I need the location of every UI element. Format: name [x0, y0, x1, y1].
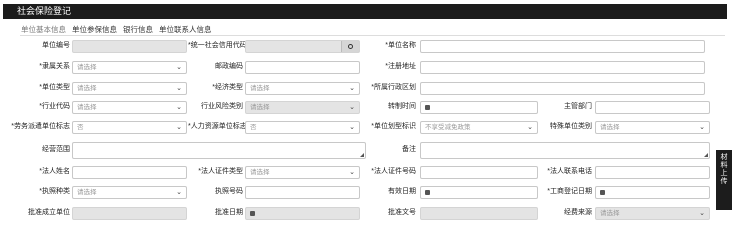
chevron-down-icon: ⌄ [176, 85, 182, 92]
transfer-time-date[interactable] [420, 101, 538, 114]
legal-name-label: 法人姓名 [30, 166, 70, 178]
valid-date-label: 有效日期 [388, 188, 416, 195]
license-no-label: 执照号码 [215, 188, 243, 195]
chevron-down-icon: ⌄ [349, 169, 355, 176]
special-type-label: 特殊单位类别 [550, 123, 592, 130]
region-label: 所属行政区划 [364, 82, 416, 94]
fund-source-select: 请选择 ⌄ [595, 207, 710, 220]
unit-no-field [72, 40, 187, 53]
approve-doc-field [420, 207, 538, 220]
dispatch-flag-label: 劳务派遣单位标志 [3, 121, 70, 133]
legal-id-type-label: 法人证件类型 [188, 166, 243, 178]
calendar-icon [425, 105, 430, 110]
industry-risk-label: 行业风险类别 [201, 103, 243, 110]
unit-type-select[interactable]: 请选择 ⌄ [72, 82, 187, 95]
legal-phone-label: 法人联系电话 [536, 166, 592, 178]
biz-reg-date-picker[interactable] [595, 186, 710, 199]
page-title-bar: 社会保险登记 [3, 4, 727, 19]
econ-type-select[interactable]: 请选择 ⌄ [245, 82, 360, 95]
industry-risk-select: 请选择 ⌄ [245, 101, 360, 114]
chevron-down-icon: ⌄ [699, 210, 705, 217]
biz-reg-date-label: 工商登记日期 [536, 186, 592, 198]
legal-id-type-select[interactable]: 请选择 ⌄ [245, 166, 360, 179]
license-type-select[interactable]: 请选择 ⌄ [72, 186, 187, 199]
chevron-down-icon: ⌄ [176, 104, 182, 111]
credit-code-label: 统一社会信用代码 [188, 40, 247, 52]
business-scope-label: 经营范围 [42, 146, 70, 153]
region-input[interactable] [420, 82, 705, 95]
calendar-icon [250, 211, 255, 216]
unit-type-label: 单位类型 [30, 82, 70, 94]
affiliation-label: 隶属关系 [30, 61, 70, 73]
legal-id-no-label: 法人证件号码 [364, 166, 416, 178]
reg-address-input[interactable] [420, 61, 705, 74]
industry-code-label: 行业代码 [30, 101, 70, 113]
unit-no-label: 单位编号 [42, 42, 70, 49]
chevron-down-icon: ⌄ [176, 189, 182, 196]
postal-code-label: 邮政编码 [215, 63, 243, 70]
resize-handle-icon[interactable] [704, 153, 708, 157]
credit-code-search-button[interactable] [341, 41, 359, 52]
legal-name-input[interactable] [72, 166, 187, 179]
search-icon [348, 44, 353, 49]
industry-code-select[interactable]: 请选择 ⌄ [72, 101, 187, 114]
dispatch-flag-select[interactable]: 否 ⌄ [72, 121, 187, 134]
special-type-select[interactable]: 请选择 ⌄ [595, 121, 710, 134]
page-title: 社会保险登记 [17, 6, 72, 16]
affiliation-select[interactable]: 请选择 ⌄ [72, 61, 187, 74]
unit-name-input[interactable] [420, 40, 705, 53]
approve-date-field [245, 207, 360, 220]
credit-code-field[interactable] [245, 40, 360, 53]
upload-materials-tab[interactable]: 材料上传 [716, 150, 732, 210]
approve-unit-label: 批准成立单位 [28, 209, 70, 216]
fund-source-label: 经费来源 [564, 209, 592, 216]
chevron-down-icon: ⌄ [349, 104, 355, 111]
size-flag-select[interactable]: 不享受减免政策 ⌄ [420, 121, 538, 134]
dept-label: 主管部门 [564, 103, 592, 110]
chevron-down-icon: ⌄ [176, 64, 182, 71]
hr-flag-select[interactable]: 否 ⌄ [245, 121, 360, 134]
valid-date-picker[interactable] [420, 186, 538, 199]
size-flag-label: 单位划型标识 [364, 121, 416, 133]
approve-date-label: 批准日期 [215, 209, 243, 216]
unit-name-label: 单位名称 [370, 40, 416, 52]
resize-handle-icon[interactable] [360, 153, 364, 157]
dept-input[interactable] [595, 101, 710, 114]
chevron-down-icon: ⌄ [349, 85, 355, 92]
approve-unit-field [72, 207, 187, 220]
chevron-down-icon: ⌄ [176, 124, 182, 131]
calendar-icon [600, 190, 605, 195]
calendar-icon [425, 190, 430, 195]
chevron-down-icon: ⌄ [527, 124, 533, 131]
remark-textarea[interactable] [420, 142, 710, 159]
econ-type-label: 经济类型 [188, 82, 243, 94]
tab-divider [20, 35, 725, 36]
postal-code-input[interactable] [245, 61, 360, 74]
license-no-input[interactable] [245, 186, 360, 199]
approve-doc-label: 批准文号 [388, 209, 416, 216]
business-scope-textarea[interactable] [72, 142, 366, 159]
chevron-down-icon: ⌄ [349, 124, 355, 131]
remark-label: 备注 [402, 146, 416, 153]
legal-phone-input[interactable] [595, 166, 710, 179]
reg-address-label: 注册地址 [370, 61, 416, 73]
hr-flag-label: 人力资源单位标志 [188, 121, 247, 133]
upload-materials-label: 材料上传 [720, 154, 728, 185]
legal-id-no-input[interactable] [420, 166, 538, 179]
chevron-down-icon: ⌄ [699, 124, 705, 131]
transfer-time-label: 转制时间 [388, 103, 416, 110]
license-type-label: 执照种类 [30, 186, 70, 198]
